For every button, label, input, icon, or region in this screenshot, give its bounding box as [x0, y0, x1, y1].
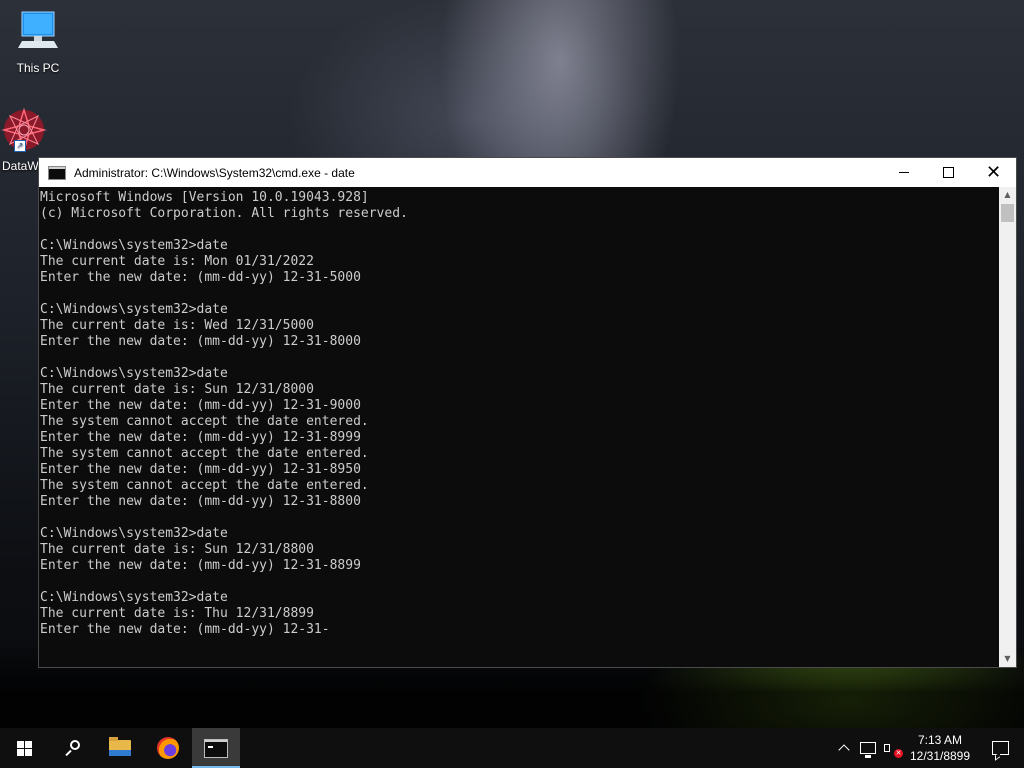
window-titlebar[interactable]: Administrator: C:\Windows\System32\cmd.e…: [39, 158, 1016, 187]
console-line: Enter the new date: (mm-dd-yy) 12-31-880…: [40, 494, 361, 509]
taskbar-clock[interactable]: 7:13 AM 12/31/8899: [904, 732, 976, 764]
clock-date: 12/31/8899: [909, 749, 971, 763]
firefox-icon: [157, 737, 179, 759]
close-button[interactable]: ✕: [971, 158, 1016, 187]
windows-logo-icon: [16, 740, 32, 756]
console-line: Enter the new date: (mm-dd-yy) 12-31-889…: [40, 558, 361, 573]
close-icon: ✕: [985, 161, 1002, 183]
scroll-up-button[interactable]: ▲: [999, 187, 1016, 203]
minimize-button[interactable]: [881, 158, 926, 187]
console-line: Enter the new date: (mm-dd-yy) 12-31-895…: [40, 462, 361, 477]
console-line: The current date is: Wed 12/31/5000: [40, 318, 314, 333]
desktop-icon-this-pc[interactable]: This PC: [0, 8, 76, 75]
notification-icon: [991, 741, 1009, 755]
action-center-button[interactable]: [976, 728, 1024, 768]
system-tray: ✕ 7:13 AM 12/31/8899: [832, 728, 1024, 768]
console-line: The current date is: Sun 12/31/8800: [40, 542, 314, 557]
console-line: Enter the new date: (mm-dd-yy) 12-31-899…: [40, 430, 361, 445]
network-icon: [860, 742, 876, 758]
scroll-down-button[interactable]: ▼: [999, 651, 1016, 667]
scrollbar-thumb[interactable]: [1001, 204, 1014, 222]
maximize-icon: [943, 167, 954, 178]
maximize-button[interactable]: [926, 158, 971, 187]
volume-muted-icon: ✕: [884, 741, 903, 758]
search-button[interactable]: [48, 728, 96, 768]
console-line: The current date is: Sun 12/31/8000: [40, 382, 314, 397]
search-icon: [64, 740, 80, 757]
console-line: The current date is: Thu 12/31/8899: [40, 606, 314, 621]
console-line: C:\Windows\system32>date: [40, 526, 228, 541]
console-output[interactable]: Microsoft Windows [Version 10.0.19043.92…: [39, 187, 1000, 667]
cmd-icon: [48, 165, 66, 180]
cmd-icon: [204, 738, 228, 758]
console-line: Enter the new date: (mm-dd-yy) 12-31-500…: [40, 270, 361, 285]
minimize-icon: [898, 172, 909, 173]
taskbar-file-explorer[interactable]: [96, 728, 144, 768]
network-button[interactable]: [856, 728, 880, 768]
console-line: C:\Windows\system32>date: [40, 302, 228, 317]
console-line: Enter the new date: (mm-dd-yy) 12-31-900…: [40, 398, 361, 413]
cmd-window[interactable]: Administrator: C:\Windows\System32\cmd.e…: [38, 157, 1017, 668]
chevron-up-icon: [838, 744, 850, 756]
console-line: Enter the new date: (mm-dd-yy) 12-31-800…: [40, 334, 361, 349]
console-line: Enter the new date: (mm-dd-yy) 12-31-: [40, 622, 330, 637]
show-hidden-icons-button[interactable]: [832, 728, 856, 768]
vertical-scrollbar[interactable]: ▲ ▼: [999, 187, 1016, 667]
console-line: Microsoft Windows [Version 10.0.19043.92…: [40, 190, 369, 205]
start-button[interactable]: [0, 728, 48, 768]
taskbar-firefox[interactable]: [144, 728, 192, 768]
console-line: The current date is: Mon 01/31/2022: [40, 254, 314, 269]
shortcut-arrow-icon: ↗: [14, 140, 26, 152]
window-title: Administrator: C:\Windows\System32\cmd.e…: [74, 165, 355, 180]
console-line: The system cannot accept the date entere…: [40, 414, 369, 429]
console-line: The system cannot accept the date entere…: [40, 446, 369, 461]
desktop-icon-label: This PC: [16, 61, 60, 75]
taskbar: ✕ 7:13 AM 12/31/8899: [0, 728, 1024, 768]
console-line: C:\Windows\system32>date: [40, 238, 228, 253]
console-line: (c) Microsoft Corporation. All rights re…: [40, 206, 408, 221]
console-line: The system cannot accept the date entere…: [40, 478, 369, 493]
console-line: C:\Windows\system32>date: [40, 590, 228, 605]
clock-time: 7:13 AM: [917, 733, 963, 747]
volume-button[interactable]: ✕: [880, 728, 904, 768]
this-pc-icon: [18, 11, 58, 48]
folder-icon: [109, 737, 131, 756]
console-line: C:\Windows\system32>date: [40, 366, 228, 381]
taskbar-command-prompt[interactable]: [192, 728, 240, 768]
